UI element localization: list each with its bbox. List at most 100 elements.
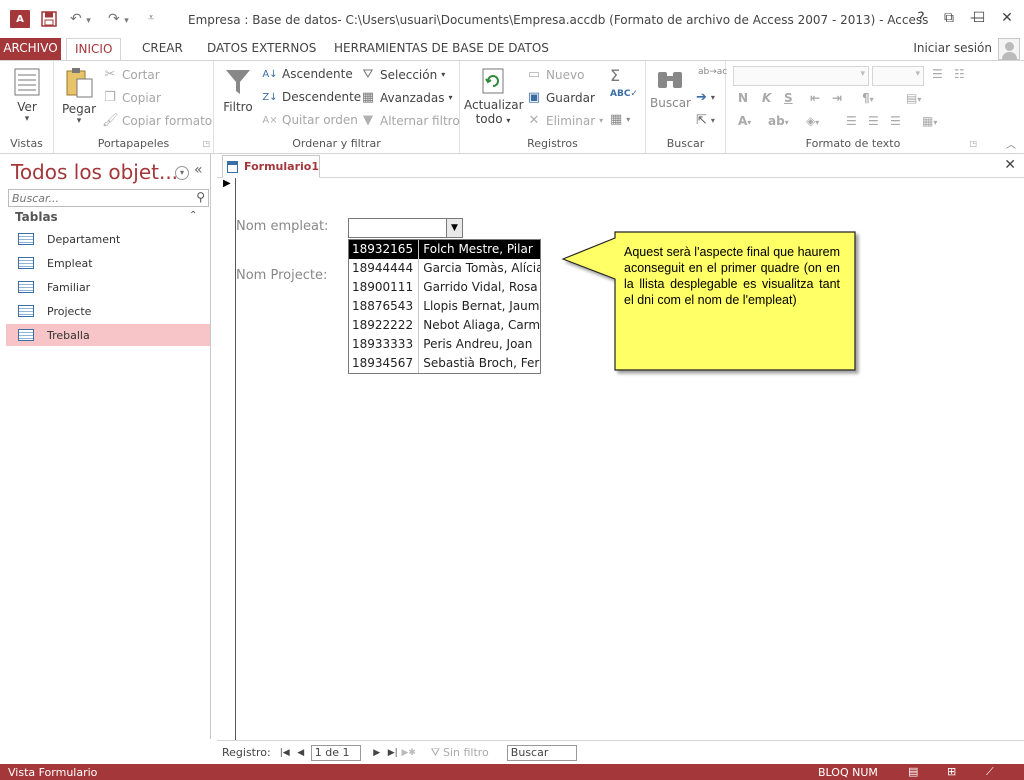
replace-icon[interactable]: ab→ac [698, 67, 727, 77]
align-center-icon[interactable]: ☰ [868, 114, 879, 128]
font-size-combo[interactable] [872, 66, 924, 86]
clipboard-launcher-icon[interactable]: ◳ [202, 139, 210, 148]
select-icon[interactable]: ⇱ ▾ [696, 113, 715, 128]
more-records-icon[interactable]: ▦ ▾ [610, 112, 630, 127]
delete-icon: ✕ [528, 113, 540, 128]
font-color-icon[interactable]: A▾ [738, 114, 751, 128]
list-item[interactable]: 18900111 Garrido Vidal, Rosa [349, 278, 540, 297]
delete-record-button[interactable]: ✕ Eliminar ▾ [526, 113, 604, 128]
layout-view-icon[interactable]: ⊞ [947, 765, 956, 778]
find-button[interactable]: Buscar [650, 67, 691, 110]
nav-item-treballa[interactable]: Treballa [6, 324, 210, 346]
section-collapse-icon[interactable]: ⌃ [189, 210, 197, 221]
cut-button[interactable]: ✂ Cortar [102, 67, 160, 82]
record-search-input[interactable]: Buscar [506, 744, 577, 761]
remove-sort-icon: A⨯ [262, 114, 278, 126]
nav-item-empleat[interactable]: Empleat [6, 252, 210, 274]
nav-pane-title[interactable]: Todos los objet... [11, 160, 178, 184]
new-blank-record-icon[interactable]: ▶✱ [401, 748, 417, 758]
paste-button[interactable]: Pegar ▾ [60, 67, 98, 126]
maximize-icon[interactable]: ☐ [968, 10, 990, 26]
bold-button[interactable]: N [738, 91, 748, 105]
first-record-icon[interactable]: |◀ [277, 748, 293, 758]
selection-button[interactable]: ⛛ Selección ▾ [360, 67, 446, 82]
increase-indent-icon[interactable]: ⇥ [832, 91, 842, 105]
design-view-icon[interactable]: ⟋ [986, 765, 994, 779]
close-document-icon[interactable]: ✕ [1004, 157, 1016, 173]
align-left-icon[interactable]: ☰ [846, 114, 857, 128]
record-position[interactable]: 1 de 1 [310, 744, 361, 761]
nav-search-input[interactable] [9, 190, 189, 206]
highlight-icon[interactable]: ab▾ [768, 114, 789, 128]
access-logo-icon[interactable]: A [10, 10, 30, 28]
italic-button[interactable]: K [762, 91, 771, 105]
close-button[interactable]: ✕ [996, 10, 1018, 26]
list-item[interactable]: 18944444 Garcia Tomàs, Alícia [349, 259, 540, 278]
list-item[interactable]: 18876543 Llopis Bernat, Jaume [349, 297, 540, 316]
nav-section-tables[interactable]: Tablas [15, 210, 58, 224]
gridlines-icon[interactable]: ▤▾ [906, 91, 921, 105]
bullets-icon[interactable]: ☰ [932, 67, 943, 81]
copy-button[interactable]: ❐ Copiar [102, 90, 161, 105]
format-painter-button[interactable]: 🖌 Copiar formato [102, 113, 212, 128]
combo-dropdown-arrow-icon[interactable]: ▼ [446, 219, 462, 237]
fill-color-icon[interactable]: ◈▾ [806, 114, 819, 128]
form-view-icon[interactable]: ▤ [908, 765, 918, 778]
nav-menu-icon[interactable]: ▾ [175, 166, 189, 180]
undo-icon[interactable]: ↶ ▾ [70, 11, 91, 27]
toggle-filter-button[interactable]: ▼ Alternar filtro [360, 113, 460, 128]
spelling-icon[interactable]: ABC✓ [610, 89, 638, 99]
tab-file[interactable]: ARCHIVO [0, 38, 61, 60]
ribbon-display-button[interactable]: ⧉ [938, 10, 960, 26]
underline-button[interactable]: S [784, 91, 793, 105]
new-record-button[interactable]: ▭ Nuevo [526, 67, 585, 82]
remove-sort-button[interactable]: A⨯ Quitar orden [262, 113, 358, 127]
refresh-all-button[interactable]: Actualizar todo ▾ [464, 67, 524, 126]
nav-item-familiar[interactable]: Familiar [6, 276, 210, 298]
font-name-combo[interactable] [733, 66, 869, 86]
numbering-icon[interactable]: ☷ [954, 67, 965, 81]
help-button[interactable]: ? [910, 10, 932, 26]
nav-item-label: Empleat [47, 256, 93, 270]
tab-external-data[interactable]: DATOS EXTERNOS [199, 38, 324, 60]
next-record-icon[interactable]: ▶ [369, 748, 385, 758]
tab-formulario1[interactable]: Formulario1 [222, 155, 320, 178]
text-format-launcher-icon[interactable]: ◳ [969, 139, 977, 148]
list-item[interactable]: 18933333 Peris Andreu, Joan [349, 335, 540, 354]
list-item[interactable]: 18922222 Nebot Aliaga, Carme [349, 316, 540, 335]
collapse-ribbon-icon[interactable]: ︿ [1006, 136, 1016, 151]
sign-in-link[interactable]: Iniciar sesión [913, 41, 992, 55]
refresh-label-1: Actualizar [464, 98, 524, 112]
list-item[interactable]: 18934567Sebastià Broch, Ferran [349, 354, 540, 373]
previous-record-icon[interactable]: ◀ [293, 748, 309, 758]
view-button[interactable]: Ver ▾ [8, 67, 46, 124]
search-icon[interactable]: ⚲ [196, 190, 205, 204]
alternate-row-color-icon[interactable]: ▦▾ [922, 114, 937, 128]
align-right-icon[interactable]: ☰ [890, 114, 901, 128]
paragraph-direction-icon[interactable]: ¶▾ [862, 91, 874, 105]
tab-create[interactable]: CREAR [134, 38, 191, 60]
record-selector[interactable] [217, 178, 236, 740]
tab-database-tools[interactable]: HERRAMIENTAS DE BASE DE DATOS [326, 38, 557, 60]
decrease-indent-icon[interactable]: ⇤ [810, 91, 820, 105]
go-to-icon[interactable]: ➔ ▾ [696, 90, 715, 105]
user-avatar-icon[interactable] [998, 38, 1020, 60]
sort-descending-button[interactable]: Z↓ Descendente [262, 90, 361, 104]
list-item[interactable]: 18932165 Folch Mestre, Pilar [349, 240, 540, 259]
last-record-icon[interactable]: ▶| [385, 748, 401, 758]
sort-ascending-button[interactable]: A↓ Ascendente [262, 67, 353, 81]
save-icon[interactable] [41, 11, 57, 31]
nav-item-projecte[interactable]: Projecte [6, 300, 210, 322]
nav-collapse-icon[interactable]: « [194, 162, 203, 178]
totals-icon[interactable]: Σ [610, 66, 620, 85]
employee-combo[interactable]: ▼ [348, 218, 463, 238]
ascending-label: Ascendente [282, 67, 353, 81]
customize-qat-icon[interactable]: ⩡ [148, 11, 154, 25]
nav-item-departament[interactable]: Departament [6, 228, 210, 250]
tab-home[interactable]: INICIO [66, 38, 122, 61]
save-record-button[interactable]: ▣ Guardar [526, 90, 595, 105]
advanced-button[interactable]: ▦ Avanzadas ▾ [360, 90, 453, 105]
filter-status[interactable]: ⛛ Sin filtro [431, 746, 489, 760]
filter-button[interactable]: Filtro [220, 67, 256, 114]
redo-icon[interactable]: ↷ ▾ [108, 11, 129, 27]
